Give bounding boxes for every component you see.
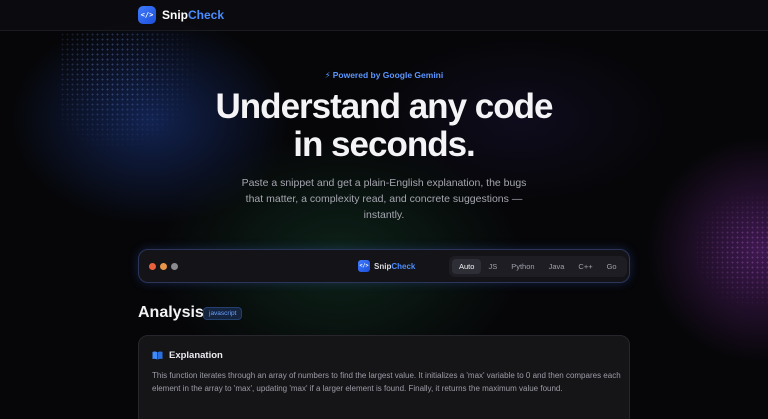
window-minimize-dot: [160, 263, 167, 270]
brand-accent: Check: [188, 8, 225, 22]
analysis-heading: Analysis: [138, 304, 204, 321]
book-icon: [152, 351, 163, 360]
editor-toolbar: </> SnipCheck Auto JS Python Java C++ Go: [138, 249, 630, 283]
brand-main: Snip: [162, 8, 188, 22]
explanation-card: Explanation This function iterates throu…: [138, 335, 630, 419]
language-option-python[interactable]: Python: [504, 259, 541, 274]
language-option-js[interactable]: JS: [481, 259, 504, 274]
toolbar-brand-name: SnipCheck: [374, 262, 415, 271]
code-icon[interactable]: </>: [138, 6, 156, 24]
toolbar-brand-accent: Check: [391, 261, 416, 271]
lightning-icon: ⚡: [324, 70, 331, 80]
language-option-cpp[interactable]: C++: [571, 259, 599, 274]
toolbar-brand-main: Snip: [374, 261, 392, 271]
language-option-auto[interactable]: Auto: [452, 259, 482, 274]
powered-by-badge: ⚡ Powered by Google Gemini: [0, 70, 768, 81]
brand-logo[interactable]: SnipCheck: [162, 8, 224, 22]
language-option-go[interactable]: Go: [600, 259, 624, 274]
top-nav: </> SnipCheck: [0, 0, 768, 31]
explanation-text: This function iterates through an array …: [152, 371, 621, 393]
hero-title-line2: in seconds.: [293, 125, 476, 164]
badge-text: Powered by Google Gemini: [332, 70, 444, 80]
explanation-title: Explanation: [169, 350, 223, 361]
hero-title: Understand any code in seconds.: [0, 88, 768, 164]
explanation-header: Explanation: [152, 350, 223, 361]
window-close-dot: [149, 263, 156, 270]
code-icon: </>: [358, 260, 370, 272]
toolbar-brand: </> SnipCheck: [358, 260, 415, 272]
language-selector: Auto JS Python Java C++ Go: [449, 256, 627, 277]
window-maximize-dot: [171, 263, 178, 270]
detected-language-tag: javascript: [203, 307, 243, 320]
dot-pattern-decoration: [690, 190, 768, 310]
hero-title-line1: Understand any code: [215, 87, 554, 126]
language-option-java[interactable]: Java: [542, 259, 572, 274]
hero-subtitle: Paste a snippet and get a plain-English …: [241, 177, 527, 221]
